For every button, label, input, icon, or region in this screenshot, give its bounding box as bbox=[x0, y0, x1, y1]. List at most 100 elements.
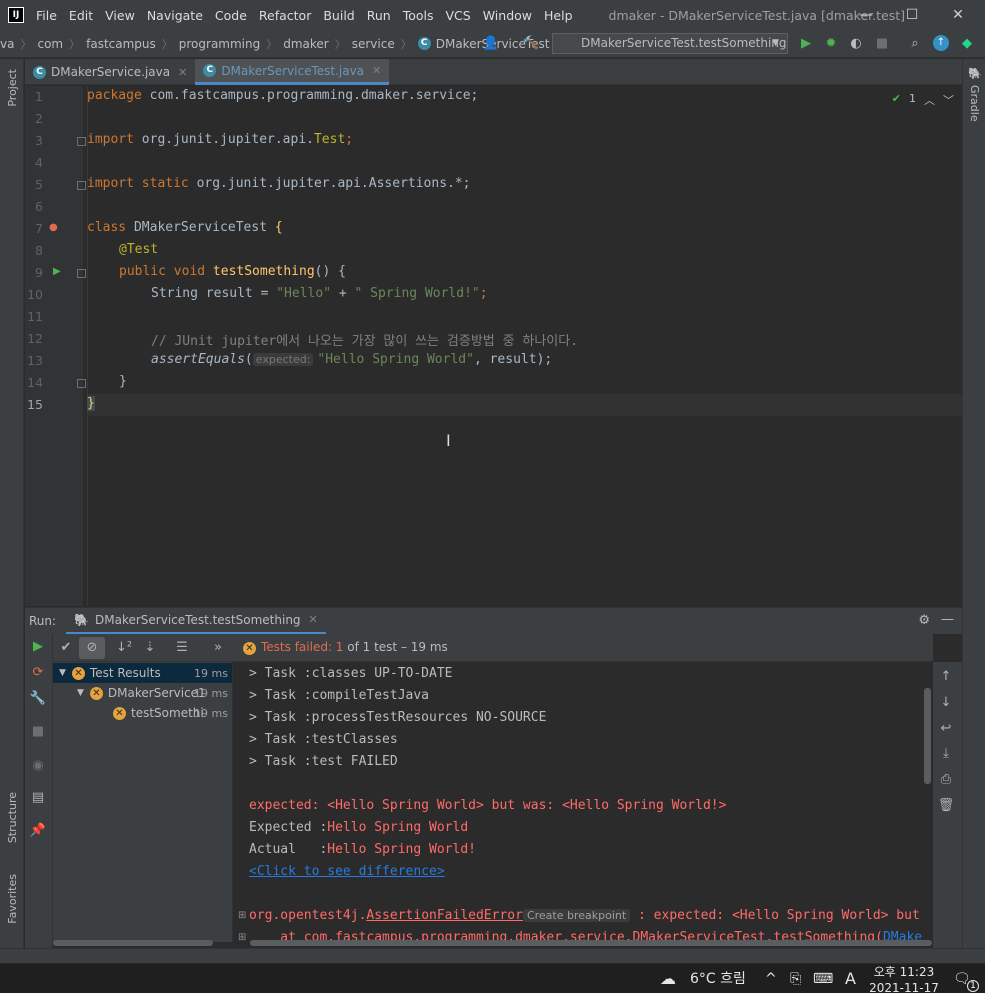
search-icon[interactable]: ⌕ bbox=[906, 35, 924, 53]
tab-dmakerservicetest[interactable]: C DMakerServiceTest.java ✕ bbox=[195, 59, 390, 85]
inspection-widget[interactable]: ✔ 1 ︿ ﹀ bbox=[892, 92, 954, 108]
run-configuration-select[interactable]: DMakerServiceTest.testSomething ▼ bbox=[552, 33, 788, 54]
right-tool-stripe: 🐘 Gradle bbox=[962, 59, 985, 964]
console-vertical-scrollbar[interactable] bbox=[924, 688, 931, 784]
close-icon[interactable]: ✕ bbox=[309, 613, 318, 626]
menu-window[interactable]: Window bbox=[483, 8, 532, 23]
console-line: > Task :testClasses bbox=[249, 732, 398, 747]
breadcrumb-fastcampus[interactable]: fastcampus bbox=[86, 37, 156, 51]
menu-navigate[interactable]: Navigate bbox=[147, 8, 203, 23]
eye-icon[interactable]: ◉ bbox=[25, 755, 51, 777]
code-line-8: @Test bbox=[119, 242, 159, 257]
run-icon[interactable]: ▶ bbox=[797, 35, 815, 53]
tree-row-test-results[interactable]: ▼ ✕ Test Results 19 ms bbox=[53, 663, 232, 683]
wrench-icon[interactable]: 🔧 bbox=[25, 688, 51, 710]
left-tool-stripe: Project Structure Favorites bbox=[0, 59, 24, 964]
more-icon[interactable]: » bbox=[205, 637, 231, 659]
menu-tools[interactable]: Tools bbox=[403, 8, 434, 23]
sort-duration-icon[interactable]: ⇣ bbox=[137, 637, 163, 659]
exception-class-link[interactable]: AssertionFailedError bbox=[366, 908, 523, 923]
close-icon[interactable]: ✕ bbox=[178, 66, 187, 79]
clock[interactable]: 오후 11:23 2021-11-17 bbox=[866, 964, 942, 993]
close-icon[interactable]: ✕ bbox=[372, 64, 381, 77]
ime-indicator[interactable]: A bbox=[845, 964, 856, 993]
soft-wrap-icon[interactable]: ↩ bbox=[933, 718, 959, 740]
debug-icon[interactable]: ✹ bbox=[822, 35, 840, 53]
test-failed-run-icon[interactable]: ● bbox=[49, 222, 58, 233]
gear-icon[interactable]: ⚙ bbox=[918, 613, 930, 628]
menu-help[interactable]: Help bbox=[544, 8, 573, 23]
breadcrumb-va[interactable]: va bbox=[0, 37, 14, 51]
run-tab[interactable]: 🐘 DMakerServiceTest.testSomething ✕ bbox=[66, 607, 326, 635]
expand-icon[interactable]: ⊞ bbox=[238, 910, 246, 921]
hide-panel-icon[interactable]: — bbox=[941, 612, 954, 627]
chevron-down-icon[interactable]: ﹀ bbox=[943, 92, 954, 108]
show-passed-icon[interactable]: ✔ bbox=[53, 637, 79, 659]
pin-icon[interactable]: 📌 bbox=[25, 820, 51, 842]
menu-vcs[interactable]: VCS bbox=[446, 8, 471, 23]
fold-icon[interactable] bbox=[77, 181, 86, 190]
fold-icon[interactable] bbox=[77, 379, 86, 388]
java-class-icon: C bbox=[33, 65, 46, 79]
stop-icon[interactable]: ■ bbox=[25, 721, 51, 743]
chevron-up-icon[interactable]: ︿ bbox=[924, 92, 935, 108]
weather-text[interactable]: 6°C 흐림 bbox=[690, 964, 746, 993]
menu-build[interactable]: Build bbox=[323, 8, 354, 23]
trash-icon[interactable]: 🗑 bbox=[933, 795, 959, 817]
keyboard-icon[interactable]: ⌨ bbox=[813, 964, 833, 993]
code-editor[interactable]: 1 2 3 4 5 6 7 8 9 10 11 12 13 14 15 ● ▶ … bbox=[25, 86, 962, 606]
see-difference-link[interactable]: <Click to see difference> bbox=[249, 864, 445, 879]
tab-dmakerservice[interactable]: C DMakerService.java ✕ bbox=[25, 59, 195, 85]
menu-refactor[interactable]: Refactor bbox=[259, 8, 311, 23]
breadcrumb-com[interactable]: com bbox=[37, 37, 63, 51]
menu-run[interactable]: Run bbox=[367, 8, 391, 23]
cloud-icon[interactable]: ☁ bbox=[660, 964, 676, 993]
create-breakpoint-button[interactable]: Create breakpoint bbox=[522, 909, 631, 922]
update-icon[interactable]: ↑ bbox=[933, 35, 949, 51]
tree-row-test-class[interactable]: ▼ ✕ DMakerService1 19 ms bbox=[53, 683, 232, 703]
tree-horizontal-scrollbar[interactable] bbox=[53, 940, 213, 946]
favorites-tool-tab[interactable]: Favorites bbox=[6, 874, 19, 924]
fold-icon[interactable] bbox=[77, 137, 86, 146]
stop-icon[interactable]: ■ bbox=[873, 35, 891, 53]
show-ignored-icon[interactable]: ⊘ bbox=[79, 636, 105, 659]
layout-icon[interactable]: ▤ bbox=[25, 787, 51, 809]
coverage-icon[interactable]: ◐ bbox=[847, 35, 865, 53]
rerun-icon[interactable]: ▶ bbox=[25, 636, 51, 658]
toolbox-icon[interactable]: ◆ bbox=[958, 35, 976, 53]
print-icon[interactable]: ⎙ bbox=[933, 769, 959, 791]
structure-tool-tab[interactable]: Structure bbox=[6, 792, 19, 843]
breadcrumb-service[interactable]: service bbox=[352, 37, 395, 51]
arrow-up-icon[interactable]: ↑ bbox=[933, 666, 959, 688]
menu-code[interactable]: Code bbox=[215, 8, 247, 23]
tree-row-test-method[interactable]: ✕ testSomethi 19 ms bbox=[53, 703, 232, 723]
network-icon[interactable]: ⎘ bbox=[790, 964, 801, 993]
run-test-icon[interactable]: ▶ bbox=[53, 266, 61, 277]
gradle-tool-tab[interactable]: Gradle bbox=[968, 85, 981, 122]
project-tool-tab[interactable]: Project bbox=[6, 69, 19, 107]
minimize-icon[interactable]: — bbox=[843, 0, 889, 30]
console-horizontal-scrollbar[interactable] bbox=[250, 940, 932, 946]
arrow-down-icon[interactable]: ↓ bbox=[933, 692, 959, 714]
expand-icon[interactable]: ⊞ bbox=[238, 932, 246, 943]
tree-time: 19 ms bbox=[194, 686, 228, 700]
menu-edit[interactable]: Edit bbox=[69, 8, 93, 23]
console-output[interactable]: > Task :classes UP-TO-DATE > Task :compi… bbox=[234, 662, 933, 964]
chevron-up-icon[interactable]: ^ bbox=[765, 964, 777, 993]
build-hammer-icon[interactable]: 🔨 bbox=[522, 35, 540, 53]
chevron-right-icon: 〉 bbox=[266, 37, 278, 51]
breadcrumb-programming[interactable]: programming bbox=[179, 37, 260, 51]
maximize-icon[interactable]: ☐ bbox=[889, 0, 935, 30]
menu-file[interactable]: File bbox=[36, 8, 57, 23]
rerun-failed-icon[interactable]: ⟳ bbox=[25, 662, 51, 684]
sort-alpha-icon[interactable]: ↓² bbox=[111, 637, 137, 659]
user-icon[interactable]: 👤 bbox=[482, 35, 500, 53]
menu-view[interactable]: View bbox=[105, 8, 135, 23]
close-icon[interactable]: ✕ bbox=[935, 0, 981, 30]
fold-icon[interactable] bbox=[77, 269, 86, 278]
console-line: > Task :test FAILED bbox=[249, 754, 398, 769]
breadcrumb-dmaker[interactable]: dmaker bbox=[283, 37, 329, 51]
scroll-to-end-icon[interactable]: ⤓ bbox=[933, 743, 959, 765]
expand-all-icon[interactable]: ☰ bbox=[169, 637, 195, 659]
line-number: 4 bbox=[35, 155, 43, 170]
